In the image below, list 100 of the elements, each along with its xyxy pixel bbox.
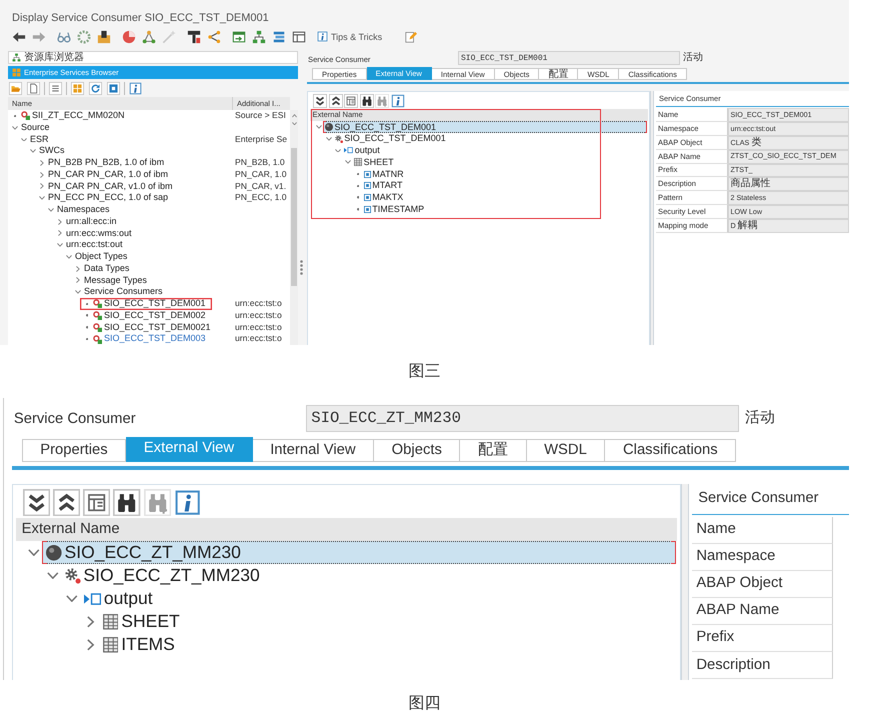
chevron-down-icon[interactable] — [28, 549, 40, 556]
note-icon[interactable] — [405, 30, 418, 43]
chevron-right-icon[interactable] — [40, 172, 44, 178]
tree-item[interactable]: MATNR — [362, 168, 406, 180]
tree-item[interactable]: MTART — [362, 180, 404, 192]
chevron-down-icon[interactable] — [345, 160, 352, 164]
tree-item[interactable]: ITEMS — [98, 633, 179, 656]
tree-item[interactable]: urn:ecc:tst:out — [53, 239, 129, 251]
tree-item[interactable]: PN_CAR PN_CAR, 1.0 of ibm — [35, 168, 174, 180]
dotted-ring-icon[interactable] — [77, 30, 91, 44]
tree-item[interactable]: PN_B2B PN_B2B, 1.0 of ibm — [35, 157, 170, 169]
collapse-all-icon[interactable] — [328, 94, 342, 108]
tab[interactable]: Objects — [374, 438, 460, 462]
tree-item[interactable]: output — [80, 587, 157, 610]
chevron-down-icon[interactable] — [12, 126, 18, 130]
tab[interactable]: WSDL — [526, 438, 606, 462]
chevron-down-icon[interactable] — [335, 148, 342, 152]
triangle-nodes-icon[interactable] — [142, 30, 156, 44]
chevron-down-icon[interactable] — [48, 208, 54, 212]
package-icon[interactable] — [97, 30, 111, 44]
form-icon[interactable] — [232, 30, 246, 44]
tree-item[interactable]: SIO_ECC_ZT_MM230 — [42, 541, 676, 564]
chevron-down-icon[interactable] — [316, 125, 322, 129]
back-icon[interactable] — [12, 30, 26, 44]
chevron-right-icon[interactable] — [76, 277, 80, 284]
tab[interactable]: Classifications — [605, 438, 736, 462]
tree-item[interactable]: Data Types — [71, 262, 136, 274]
info-icon[interactable] — [390, 94, 404, 108]
tree-item[interactable]: SIO_ECC_TST_DEM0021 — [80, 322, 217, 334]
window-icon[interactable] — [292, 30, 306, 44]
tree-item[interactable]: SIO_ECC_TST_DEM002 — [80, 310, 212, 322]
section-header[interactable]: 资源库浏览器 — [8, 51, 298, 64]
tree-item[interactable]: SWCs — [26, 145, 70, 157]
tree-item[interactable]: ESR — [17, 134, 55, 146]
name-field[interactable]: SIO_ECC_ZT_MM230 — [306, 404, 740, 432]
chevron-right-icon[interactable] — [87, 638, 95, 651]
chevron-right-icon[interactable] — [40, 160, 44, 166]
expand-all-icon[interactable] — [22, 488, 50, 516]
tree-item[interactable]: SIO_ECC_TST_DEM003 — [80, 333, 212, 345]
tree-item[interactable]: SHEET — [98, 610, 184, 634]
tree-item[interactable]: PN_CAR PN_CAR, v1.0 of ibm — [35, 180, 179, 192]
binoculars-icon[interactable] — [113, 488, 141, 516]
expand-all-icon[interactable] — [313, 94, 327, 108]
tree-item[interactable]: urn:ecc:wms:out — [53, 228, 138, 240]
pie-icon[interactable] — [122, 30, 136, 44]
value-field[interactable]: 商品属性 — [728, 177, 849, 192]
tree-item[interactable]: Message Types — [71, 274, 153, 286]
tree-item[interactable]: Source — [8, 122, 56, 134]
chevron-down-icon[interactable] — [39, 196, 45, 200]
tree-item[interactable]: SIO_ECC_TST_DEM001 — [332, 132, 448, 145]
binoculars-icon[interactable] — [360, 94, 374, 108]
chevron-down-icon[interactable] — [57, 243, 63, 247]
tree-item[interactable]: TIMESTAMP — [362, 204, 426, 216]
tree-item[interactable]: SIO_ECC_ZT_MM230 — [61, 564, 264, 588]
chevron-right-icon[interactable] — [87, 616, 95, 628]
chevron-down-icon[interactable] — [30, 149, 36, 153]
grip-icon[interactable] — [300, 260, 303, 275]
branch-icon[interactable] — [207, 30, 221, 44]
chevron-right-icon[interactable] — [58, 218, 62, 225]
stack-icon[interactable] — [272, 30, 286, 44]
chevron-down-icon[interactable] — [47, 572, 60, 580]
tree-item[interactable]: Object Types — [62, 251, 134, 263]
chevron-right-icon[interactable] — [58, 230, 62, 236]
stamp-icon[interactable] — [187, 30, 201, 44]
glasses-icon[interactable] — [57, 30, 71, 44]
tips-button[interactable]: Tips & Tricks — [317, 30, 382, 42]
tree-item[interactable]: MAKTX — [362, 192, 406, 204]
tab[interactable]: Internal View — [252, 438, 374, 462]
info-icon[interactable] — [174, 488, 202, 516]
refresh-icon[interactable] — [89, 82, 102, 94]
name-field[interactable]: SIO_ECC_TST_DEM001 — [458, 50, 680, 64]
scroll-down-icon[interactable] — [292, 122, 296, 125]
tree-item[interactable]: PN_ECC PN_ECC, 1.0 of sap — [35, 192, 174, 204]
chevron-down-icon[interactable] — [21, 138, 27, 142]
table-layout-icon[interactable] — [344, 94, 358, 108]
scrollbar-thumb[interactable] — [291, 148, 297, 286]
scroll-up-icon[interactable] — [292, 114, 296, 118]
list-icon[interactable] — [49, 82, 62, 94]
document-icon[interactable] — [27, 82, 40, 94]
hierarchy-icon[interactable] — [252, 30, 266, 44]
tree-item[interactable]: SII_ZT_ECC_MM020N — [8, 110, 131, 122]
chevron-down-icon[interactable] — [66, 595, 78, 602]
collapse-all-icon[interactable] — [52, 488, 80, 516]
chevron-down-icon[interactable] — [66, 255, 72, 259]
chevron-down-icon[interactable] — [326, 136, 332, 141]
tree-item[interactable]: SHEET — [352, 156, 396, 168]
tree-item[interactable]: Namespaces — [44, 204, 116, 216]
tree-item[interactable]: urn:all:ecc:in — [53, 216, 123, 228]
tree-item[interactable]: SIO_ECC_TST_DEM001 — [323, 121, 647, 133]
tree-item[interactable]: output — [342, 144, 382, 156]
info-icon[interactable] — [129, 82, 142, 94]
chevron-right-icon[interactable] — [40, 183, 44, 190]
square-icon[interactable] — [107, 82, 120, 94]
tree-item[interactable]: SIO_ECC_TST_DEM001 — [80, 298, 212, 310]
tab[interactable]: 配置 — [539, 68, 578, 80]
chevron-down-icon[interactable] — [75, 290, 81, 294]
chevron-right-icon[interactable] — [76, 266, 80, 272]
table-layout-icon[interactable] — [83, 488, 110, 516]
scrollbar[interactable] — [290, 110, 298, 345]
tab[interactable]: Properties — [22, 438, 126, 462]
